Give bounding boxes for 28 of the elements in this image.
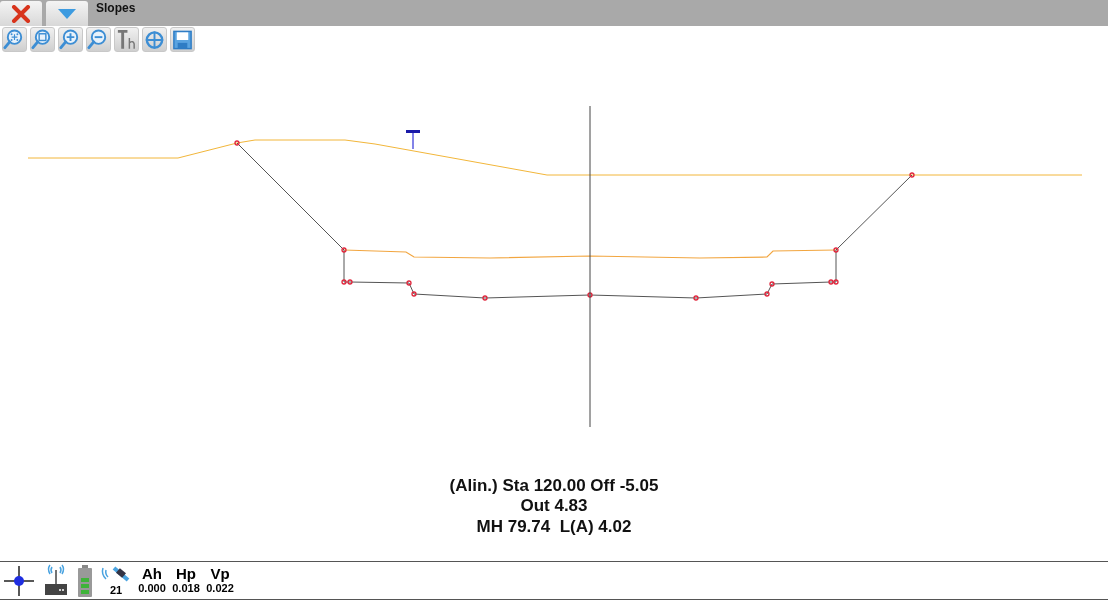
zoom-in-button[interactable] bbox=[58, 27, 83, 52]
save-button[interactable] bbox=[170, 27, 195, 52]
satellite-count: 21 bbox=[109, 584, 123, 597]
readout-value: 0.018 bbox=[172, 582, 200, 595]
window-title: Slopes bbox=[95, 0, 136, 17]
satellite-icon bbox=[100, 564, 132, 584]
readout-label: Vp bbox=[210, 566, 230, 582]
readout-value: 0.022 bbox=[206, 582, 234, 595]
zoom-extents-button[interactable] bbox=[2, 27, 27, 52]
height-rod-button[interactable] bbox=[114, 27, 139, 52]
dropdown-button[interactable] bbox=[46, 1, 88, 26]
station-readout: (Alin.) Sta 120.00 Off -5.05 bbox=[449, 475, 659, 496]
caret-icon bbox=[57, 7, 77, 20]
readout-label: Hp bbox=[176, 566, 196, 582]
station-readout: MH 79.74 L(A) 4.02 bbox=[476, 516, 632, 537]
close-button[interactable] bbox=[0, 1, 42, 26]
crosshair-button[interactable] bbox=[142, 27, 167, 52]
station-readout: Out 4.83 bbox=[520, 496, 588, 517]
zoom-window-button[interactable] bbox=[30, 27, 55, 52]
close-icon bbox=[11, 4, 31, 23]
battery-icon bbox=[76, 563, 94, 598]
readout-label: Ah bbox=[142, 566, 162, 582]
height-rod-icon bbox=[115, 27, 138, 52]
radio-modem-icon bbox=[42, 563, 70, 598]
zoom-out-button[interactable] bbox=[86, 27, 111, 52]
readout-value: 0.000 bbox=[138, 582, 166, 595]
gps-crosshair-icon bbox=[2, 563, 36, 598]
position-marker-icon bbox=[406, 130, 420, 150]
